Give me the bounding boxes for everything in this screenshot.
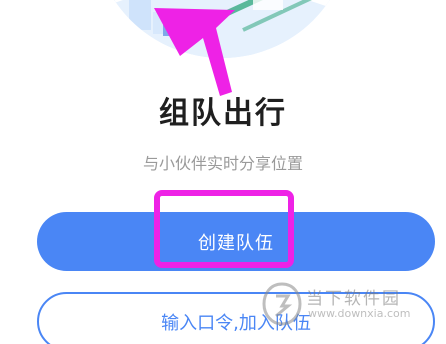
watermark: 当下软件园 www.downxia.com xyxy=(262,280,446,344)
watermark-name: 当下软件园 xyxy=(306,289,401,309)
watermark-logo-icon xyxy=(262,282,302,326)
watermark-url: www.downxia.com xyxy=(308,307,411,320)
